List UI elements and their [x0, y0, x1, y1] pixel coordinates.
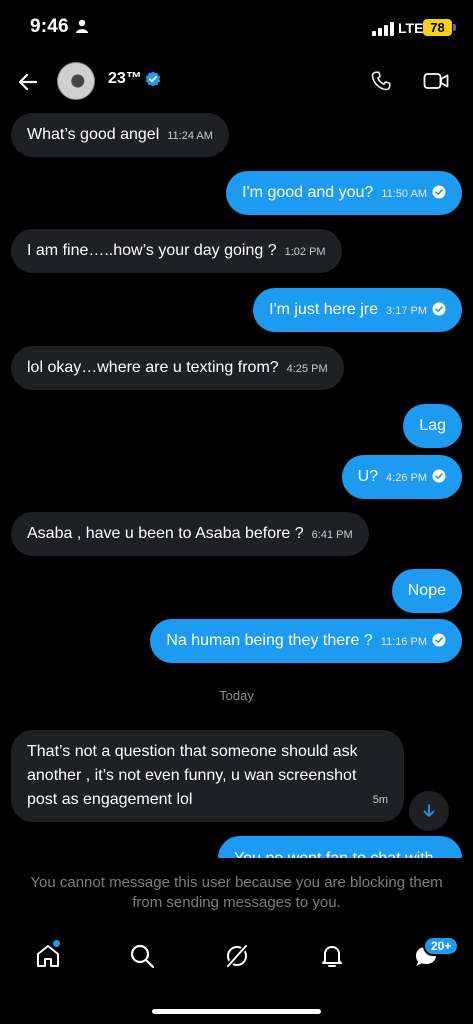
battery-tip — [453, 24, 456, 31]
contact-name[interactable]: 23™ — [108, 70, 142, 88]
verified-badge-icon — [145, 71, 161, 87]
search-icon[interactable] — [128, 942, 156, 970]
outgoing-message[interactable]: Lag — [403, 404, 462, 448]
message-text: Asaba , have u been to Asaba before ? — [27, 525, 304, 542]
signal-icon — [372, 22, 394, 36]
message-time: 4:25 PM — [286, 363, 328, 375]
message-text: U? — [357, 468, 379, 485]
incoming-message[interactable]: Asaba , have u been to Asaba before ? 6:4… — [11, 512, 369, 556]
incoming-message[interactable]: What’s good angel 11:24 AM — [11, 113, 229, 157]
status-time: 9:46 — [30, 16, 69, 37]
incoming-message[interactable]: lol okay…where are u texting from? 4:25 P… — [11, 346, 344, 390]
message-time: 11:16 PM — [380, 636, 427, 648]
message-text: lol okay…where are u texting from? — [27, 359, 279, 376]
status-bar: 9:46 LTE 78 — [0, 0, 473, 52]
avatar[interactable] — [57, 62, 95, 100]
read-receipt-icon — [432, 185, 446, 199]
outgoing-message[interactable]: I'm just here jre 3:17 PM — [253, 288, 462, 332]
home-indicator[interactable] — [152, 1009, 321, 1014]
outgoing-message-partial[interactable]: You no wont fan to chat with — [218, 836, 462, 858]
person-icon — [76, 19, 88, 33]
conversation-header: 23™ — [0, 56, 473, 106]
message-text: Lag — [419, 417, 446, 434]
message-text: Nope — [407, 582, 446, 599]
message-text: I'm good and you? — [242, 184, 374, 201]
message-text: What’s good angel — [27, 126, 160, 143]
video-call-icon[interactable] — [423, 71, 449, 91]
message-text: I'm just here jre — [269, 301, 379, 318]
outgoing-message[interactable]: I'm good and you? 11:50 AM — [226, 171, 462, 215]
incoming-message[interactable]: I am fine…..how’s your day going ? 1:02 P… — [11, 229, 342, 273]
message-time: 6:41 PM — [311, 529, 353, 541]
message-time: 4:26 PM — [386, 472, 427, 484]
message-text: You no wont fan to chat with — [234, 850, 434, 858]
grok-icon[interactable] — [223, 942, 251, 970]
read-receipt-icon — [432, 633, 446, 647]
outgoing-message[interactable]: U? 4:26 PM — [341, 455, 462, 499]
scroll-to-bottom-button[interactable] — [409, 791, 449, 831]
message-text: I am fine…..how’s your day going ? — [27, 242, 277, 259]
network-type: LTE — [398, 20, 424, 36]
phone-call-icon[interactable] — [370, 70, 392, 92]
arrow-down-icon — [423, 804, 435, 817]
message-time: 11:24 AM — [167, 130, 213, 142]
read-receipt-icon — [432, 302, 446, 316]
blocked-notice: You cannot message this user because you… — [30, 874, 443, 911]
incoming-message[interactable]: That’s not a question that someone shoul… — [11, 730, 404, 822]
new-posts-dot — [53, 940, 60, 947]
message-time: 5m — [372, 794, 388, 806]
outgoing-message[interactable]: Nope — [391, 569, 462, 613]
bottom-nav — [0, 936, 473, 980]
date-separator: Today — [219, 688, 254, 703]
message-text: That’s not a question that someone shoul… — [27, 743, 358, 808]
message-time: 1:02 PM — [284, 246, 326, 258]
outgoing-message[interactable]: Na human being they there ? 11:16 PM — [150, 619, 462, 663]
read-receipt-icon — [432, 469, 446, 483]
back-arrow-icon[interactable] — [16, 70, 40, 94]
messages-count-badge: 20+ — [423, 936, 460, 956]
message-time: 3:17 PM — [386, 305, 427, 317]
battery-icon: 78 — [423, 19, 452, 36]
message-time: 11:50 AM — [381, 188, 427, 200]
message-text: Na human being they there ? — [166, 632, 373, 649]
notifications-bell-icon[interactable] — [318, 942, 346, 970]
